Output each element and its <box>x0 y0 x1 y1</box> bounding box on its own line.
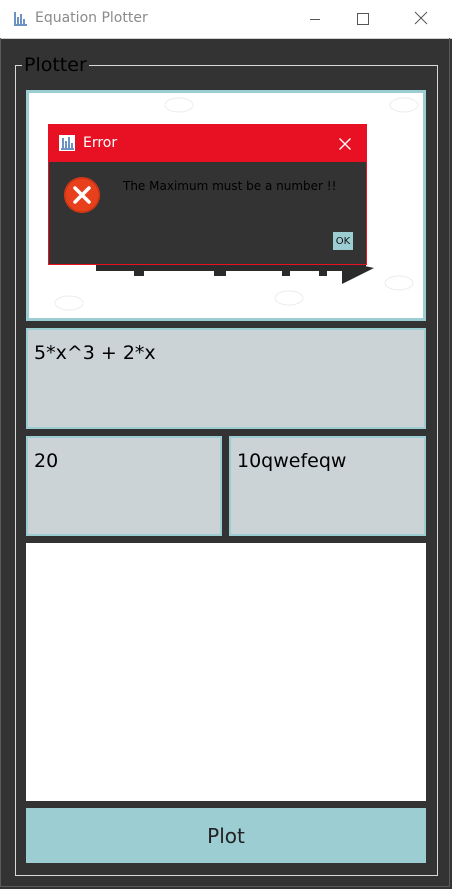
ok-button[interactable]: OK <box>333 232 353 250</box>
window-title: Equation Plotter <box>35 10 148 26</box>
chart-icon <box>12 11 28 27</box>
close-button[interactable] <box>396 0 446 38</box>
error-icon <box>63 176 101 214</box>
minimize-icon <box>309 10 321 29</box>
maximize-icon <box>357 10 369 29</box>
dialog-title: Error <box>83 135 118 151</box>
minimum-input[interactable]: 20 <box>26 436 222 536</box>
minimize-button[interactable] <box>290 0 340 38</box>
chart-icon <box>59 135 75 151</box>
error-dialog: Error The Maximum must be a number !! OK <box>48 124 367 265</box>
maximize-button[interactable] <box>338 0 388 38</box>
window-titlebar[interactable]: Equation Plotter <box>0 0 452 39</box>
close-icon <box>414 10 428 29</box>
equation-input[interactable]: 5*x^3 + 2*x <box>26 328 426 429</box>
maximum-input[interactable]: 10qwefeqw <box>229 436 426 536</box>
dialog-close-button[interactable] <box>331 130 359 158</box>
dialog-titlebar[interactable]: Error <box>49 125 366 162</box>
close-icon <box>339 135 351 154</box>
group-title: Plotter <box>22 54 89 76</box>
plot-output-area <box>26 543 426 801</box>
dialog-message: The Maximum must be a number !! <box>123 179 337 193</box>
plot-button[interactable]: Plot <box>26 808 426 863</box>
